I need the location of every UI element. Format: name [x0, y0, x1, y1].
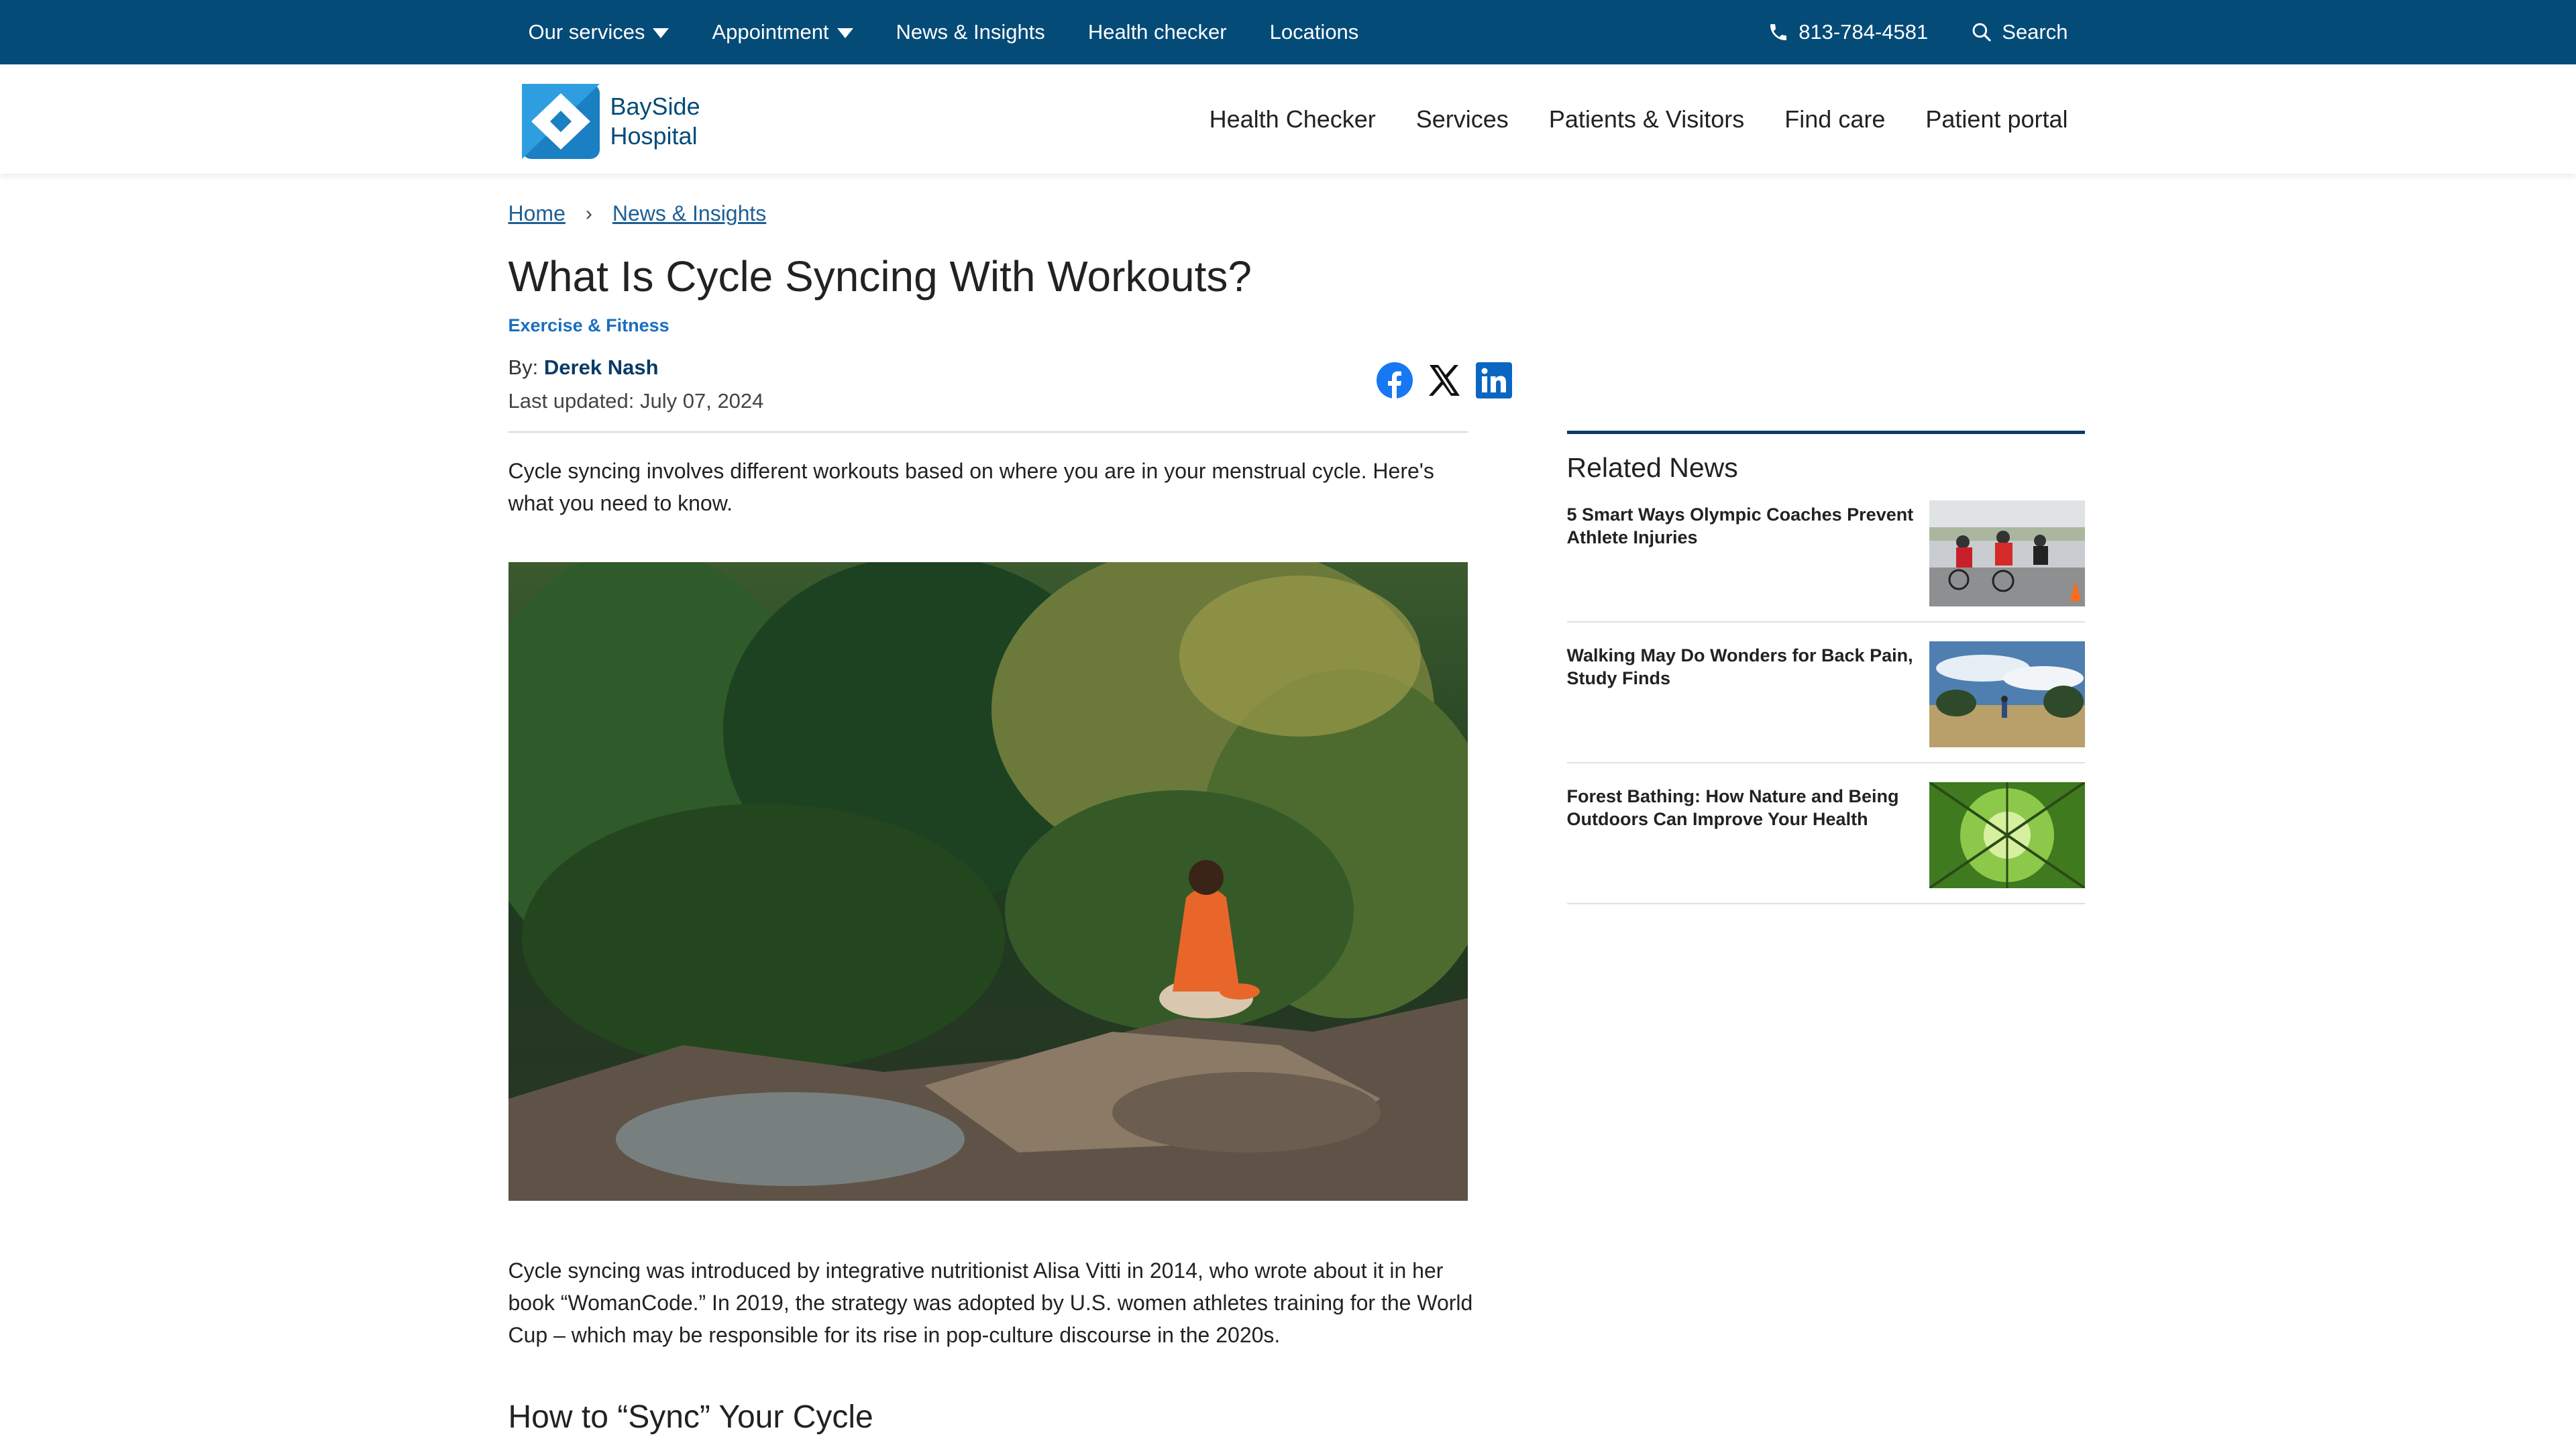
forest-canopy-thumbnail[interactable]	[1929, 782, 2085, 888]
breadcrumb: Home › News & Insights	[508, 201, 767, 226]
main-header: BaySide Hospital Health Checker Services…	[0, 64, 2576, 174]
related-news-item-title[interactable]: Forest Bathing: How Nature and Being Out…	[1567, 782, 1916, 888]
related-news-title: Related News	[1566, 452, 1738, 483]
related-news-item-title[interactable]: 5 Smart Ways Olympic Coaches Prevent Ath…	[1567, 500, 1916, 606]
byline: By: Derek Nash	[508, 356, 659, 379]
divider	[508, 431, 1468, 433]
page-body: Home › News & Insights What Is Cycle Syn…	[508, 0, 2085, 1449]
brand-name: BaySide Hospital	[610, 93, 700, 150]
share-buttons	[1376, 362, 1513, 399]
breadcrumb-home[interactable]: Home	[508, 201, 566, 226]
site-logo[interactable]: BaySide Hospital	[521, 84, 700, 159]
main-nav-services[interactable]: Services	[1416, 105, 1509, 133]
x-icon[interactable]	[1426, 362, 1463, 399]
main-nav: Health Checker Services Patients & Visit…	[1210, 64, 2068, 174]
hero-image	[508, 562, 1468, 1201]
related-news-item[interactable]: Forest Bathing: How Nature and Being Out…	[1566, 782, 2085, 904]
author-link[interactable]: Derek Nash	[544, 356, 659, 379]
bayside-logo-icon	[521, 84, 600, 159]
sidebar-rule	[1566, 431, 2085, 434]
walking-field-thumbnail[interactable]	[1929, 641, 2085, 747]
article-intro: Cycle syncing involves different workout…	[508, 459, 1434, 515]
related-news-sidebar: Related News 5 Smart Ways Olympic Coache…	[1566, 431, 2085, 923]
main-nav-health-checker[interactable]: Health Checker	[1210, 105, 1376, 133]
cyclists-thumbnail[interactable]	[1929, 500, 2085, 606]
section-heading: How to “Sync” Your Cycle	[508, 1399, 873, 1435]
breadcrumb-news-insights[interactable]: News & Insights	[612, 201, 766, 226]
related-news-item-title[interactable]: Walking May Do Wonders for Back Pain, St…	[1567, 641, 1916, 747]
main-nav-find-care[interactable]: Find care	[1784, 105, 1885, 133]
facebook-icon[interactable]	[1376, 362, 1413, 399]
page-title: What Is Cycle Syncing With Workouts?	[508, 252, 1252, 301]
article-paragraph: Cycle syncing was introduced by integrat…	[508, 1258, 1473, 1347]
main-nav-patient-portal[interactable]: Patient portal	[1925, 105, 2068, 133]
last-updated: Last updated: July 07, 2024	[508, 389, 764, 413]
main-nav-patients-visitors[interactable]: Patients & Visitors	[1549, 105, 1744, 133]
chevron-right-icon: ›	[585, 202, 592, 225]
related-news-item[interactable]: Walking May Do Wonders for Back Pain, St…	[1566, 641, 2085, 763]
linkedin-icon[interactable]	[1475, 362, 1513, 399]
related-news-item[interactable]: 5 Smart Ways Olympic Coaches Prevent Ath…	[1566, 500, 2085, 623]
category-link[interactable]: Exercise & Fitness	[508, 315, 669, 336]
